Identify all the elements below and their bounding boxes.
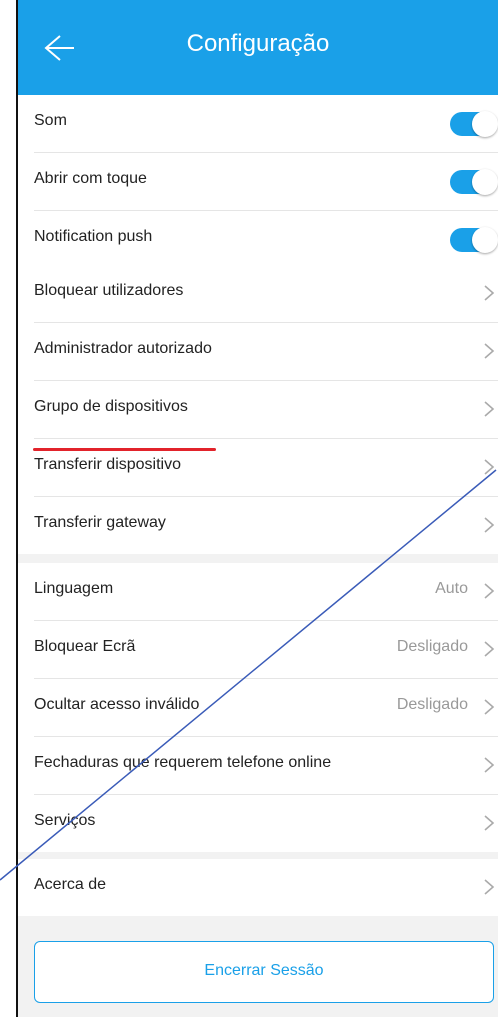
online-phone-locks-row[interactable]: Fechaduras que requerem telefone online	[34, 737, 498, 795]
top-bar: Configuração	[18, 0, 498, 95]
chevron-right-icon	[484, 401, 495, 417]
chevron-right-icon	[484, 583, 495, 599]
red-underline-annotation	[33, 448, 216, 451]
lock-screen-row[interactable]: Bloquear Ecrã Desligado	[34, 621, 498, 679]
about-row[interactable]: Acerca de	[34, 859, 498, 916]
toggle-knob	[472, 111, 498, 137]
toggle-section: Som Abrir com toque Notification push	[18, 95, 498, 268]
lock-screen-value: Desligado	[396, 638, 468, 655]
chevron-right-icon	[484, 699, 495, 715]
toggle-row-touch-open: Abrir com toque	[34, 153, 498, 211]
chevron-right-icon	[484, 815, 495, 831]
hide-invalid-access-row[interactable]: Ocultar acesso inválido Desligado	[34, 679, 498, 737]
language-value: Auto	[435, 580, 468, 597]
authorized-admin-label: Administrador autorizado	[34, 340, 212, 357]
online-phone-locks-label: Fechaduras que requerem telefone online	[34, 754, 332, 771]
touch-open-toggle[interactable]	[450, 169, 498, 195]
logout-label: Encerrar Sessão	[204, 962, 324, 979]
about-label: Acerca de	[34, 876, 107, 893]
services-row[interactable]: Serviços	[34, 795, 498, 852]
services-label: Serviços	[34, 812, 96, 829]
language-label: Linguagem	[34, 580, 114, 597]
chevron-right-icon	[484, 285, 495, 301]
lock-screen-label: Bloquear Ecrã	[34, 638, 136, 655]
about-section: Acerca de	[18, 859, 498, 916]
toggle-row-sound: Som	[34, 95, 498, 153]
authorized-admin-row[interactable]: Administrador autorizado	[34, 323, 498, 381]
chevron-right-icon	[484, 343, 495, 359]
settings-screen: Configuração Som Abrir com toque Notific…	[18, 0, 498, 1017]
screenshot-frame: Configuração Som Abrir com toque Notific…	[0, 0, 498, 1017]
device-group-row[interactable]: Grupo de dispositivos	[34, 381, 498, 439]
block-users-label: Bloquear utilizadores	[34, 282, 184, 299]
block-users-row[interactable]: Bloquear utilizadores	[34, 265, 498, 323]
manage-section: Bloquear utilizadores Administrador auto…	[18, 265, 498, 554]
toggle-knob	[472, 227, 498, 253]
push-toggle[interactable]	[450, 227, 498, 253]
chevron-right-icon	[484, 459, 495, 475]
sound-toggle[interactable]	[450, 111, 498, 137]
page-title: Configuração	[186, 30, 330, 57]
toggle-row-push: Notification push	[34, 211, 498, 268]
hide-invalid-access-label: Ocultar acesso inválido	[34, 696, 200, 713]
logout-button[interactable]: Encerrar Sessão	[34, 941, 494, 1003]
touch-open-label: Abrir com toque	[34, 170, 147, 187]
sound-label: Som	[34, 112, 67, 129]
toggle-knob	[472, 169, 498, 195]
preferences-section: Linguagem Auto Bloquear Ecrã Desligado O…	[18, 563, 498, 852]
push-label: Notification push	[34, 228, 153, 245]
language-row[interactable]: Linguagem Auto	[34, 563, 498, 621]
chevron-right-icon	[484, 879, 495, 895]
hide-invalid-access-value: Desligado	[396, 696, 468, 713]
chevron-right-icon	[484, 641, 495, 657]
transfer-gateway-label: Transferir gateway	[34, 514, 166, 531]
chevron-right-icon	[484, 517, 495, 533]
device-group-label: Grupo de dispositivos	[34, 398, 188, 415]
chevron-right-icon	[484, 757, 495, 773]
transfer-gateway-row[interactable]: Transferir gateway	[34, 497, 498, 554]
transfer-device-label: Transferir dispositivo	[34, 456, 182, 473]
left-margin	[0, 0, 18, 1017]
